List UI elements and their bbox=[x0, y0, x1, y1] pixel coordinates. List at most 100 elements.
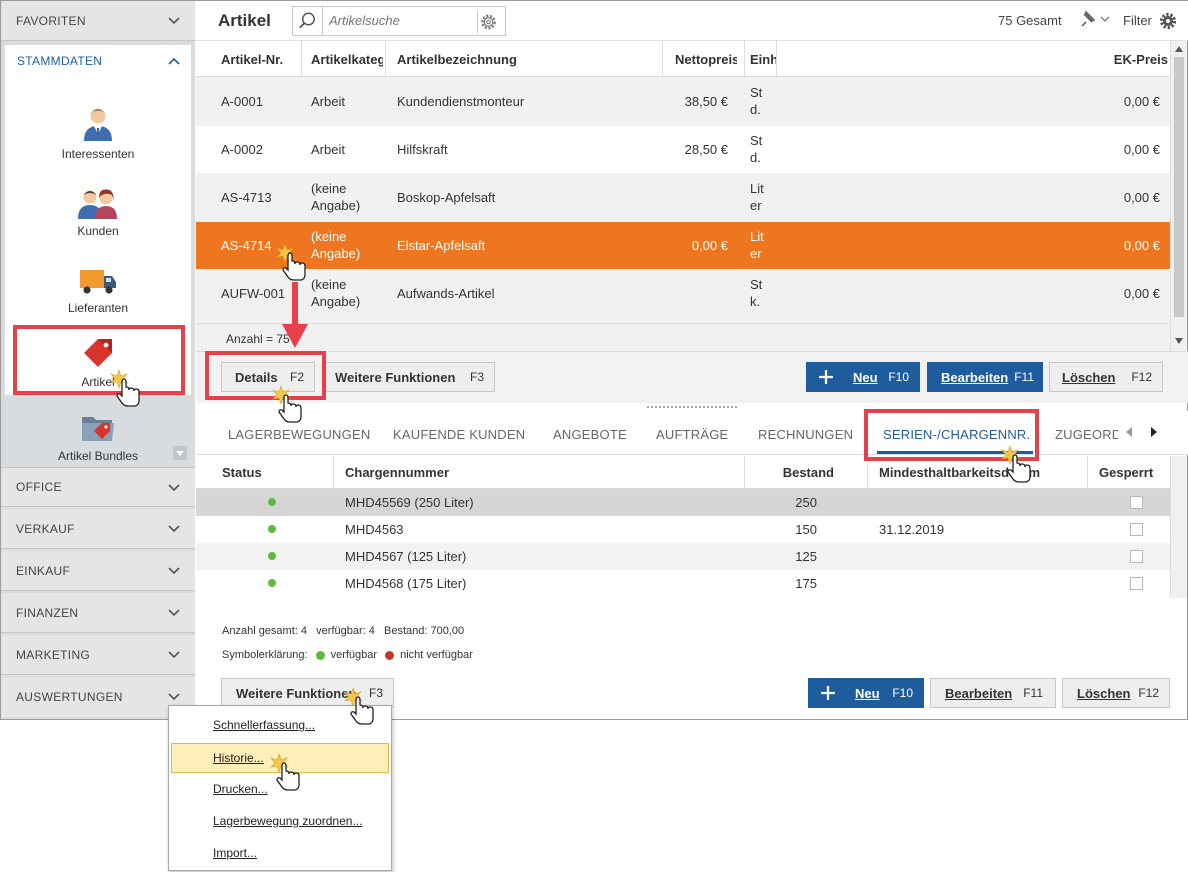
tab-scroll-left-icon[interactable] bbox=[1125, 426, 1133, 438]
column-divider[interactable] bbox=[662, 41, 663, 77]
gesperrt-checkbox[interactable] bbox=[1130, 577, 1143, 590]
scrollbar-thumb[interactable] bbox=[1174, 57, 1184, 317]
nav-section-favoriten[interactable]: FAVORITEN bbox=[1, 1, 195, 41]
column-header-artikel-nr[interactable]: Artikel-Nr. bbox=[221, 52, 301, 67]
table-row[interactable]: A-0002 Arbeit Hilfskraft 28,50 € St d. 0… bbox=[196, 126, 1170, 173]
articles-vertical-scrollbar[interactable] bbox=[1170, 41, 1187, 351]
table-row[interactable]: MHD4567 (125 Liter) 125 bbox=[196, 543, 1170, 570]
column-header-einheit[interactable]: Einh bbox=[750, 52, 776, 67]
cell-bezeichnung: Kundendienstmonteur bbox=[397, 94, 525, 109]
cell-artikel-nr: AS-4714 bbox=[221, 238, 272, 253]
charges-summary: Anzahl gesamt: 4 verfügbar: 4 Bestand: 7… bbox=[222, 625, 465, 637]
column-divider[interactable] bbox=[744, 41, 745, 77]
gear-icon[interactable] bbox=[477, 11, 499, 33]
button-label: Neu bbox=[855, 685, 880, 701]
cell-einheit: St bbox=[750, 277, 763, 292]
tab-zugeordnet[interactable]: ZUGEORDI bbox=[1055, 427, 1118, 442]
table-row[interactable]: A-0001 Arbeit Kundendienstmonteur 38,50 … bbox=[196, 78, 1170, 125]
panel-resize-handle[interactable] bbox=[173, 446, 187, 460]
column-header-bestand[interactable]: Bestand bbox=[756, 465, 834, 480]
articles-table-header: Artikel-Nr. Artikelkateg Artikelbezeichn… bbox=[196, 41, 1170, 77]
table-row[interactable]: MHD4563 150 31.12.2019 bbox=[196, 516, 1170, 543]
column-header-nettopreis[interactable]: Nettopreis bbox=[675, 52, 737, 67]
bearbeiten-button-lower[interactable]: Bearbeiten F11 bbox=[930, 678, 1056, 708]
table-row[interactable]: AUFW-001 (keine Angabe) Aufwands-Artikel… bbox=[196, 270, 1170, 317]
column-divider[interactable] bbox=[776, 41, 777, 77]
loeschen-button-lower[interactable]: Löschen F12 bbox=[1062, 678, 1170, 708]
column-divider[interactable] bbox=[333, 456, 334, 489]
bearbeiten-button[interactable]: Bearbeiten F11 bbox=[927, 362, 1043, 392]
tab-rechnungen[interactable]: RECHNUNGEN bbox=[758, 427, 853, 442]
unavailable-dot-icon bbox=[385, 650, 395, 660]
cell-einheit: Lit bbox=[750, 181, 764, 196]
search-icon[interactable] bbox=[293, 7, 323, 35]
column-divider[interactable] bbox=[385, 41, 386, 77]
column-divider[interactable] bbox=[744, 456, 745, 489]
nav-section-office[interactable]: OFFICE bbox=[1, 467, 195, 507]
nav-section-stammdaten[interactable]: STAMMDATEN bbox=[5, 45, 191, 77]
loeschen-button[interactable]: Löschen F12 bbox=[1049, 362, 1163, 392]
nav-section-einkauf[interactable]: EINKAUF bbox=[1, 551, 195, 591]
nav-section-marketing[interactable]: MARKETING bbox=[1, 635, 195, 675]
gesperrt-checkbox[interactable] bbox=[1130, 550, 1143, 563]
button-label: Weitere Funktionen bbox=[335, 369, 456, 385]
table-row-selected[interactable]: AS-4714 (keine Angabe) Elstar-Apfelsaft … bbox=[196, 222, 1170, 269]
tab-scroll-right-icon[interactable] bbox=[1150, 426, 1158, 438]
module-lieferanten[interactable]: Lieferanten bbox=[5, 267, 191, 315]
tab-auftraege[interactable]: AUFTRÄGE bbox=[656, 427, 728, 442]
button-label: Weitere Funktionen bbox=[236, 685, 357, 701]
shortcut-key: F3 bbox=[469, 370, 484, 384]
module-interessenten[interactable]: Interessenten bbox=[5, 105, 191, 161]
table-row[interactable]: AS-4713 (keine Angabe) Boskop-Apfelsaft … bbox=[196, 174, 1170, 221]
column-header-artikelbezeichnung[interactable]: Artikelbezeichnung bbox=[397, 52, 657, 67]
articles-table: Artikel-Nr. Artikelkateg Artikelbezeichn… bbox=[196, 41, 1170, 351]
scroll-up-icon[interactable] bbox=[1174, 45, 1184, 53]
column-header-artikelkategorie[interactable]: Artikelkateg bbox=[311, 52, 383, 67]
module-label: Lieferanten bbox=[67, 301, 129, 315]
nav-section-finanzen[interactable]: FINANZEN bbox=[1, 593, 195, 633]
gesperrt-checkbox[interactable] bbox=[1130, 496, 1143, 509]
shortcut-key: F12 bbox=[1131, 370, 1152, 384]
tab-kaufende-kunden[interactable]: KAUFENDE KUNDEN bbox=[393, 427, 525, 442]
nav-section-label: STAMMDATEN bbox=[17, 54, 103, 68]
plus-icon bbox=[821, 686, 835, 700]
column-header-status[interactable]: Status bbox=[222, 465, 262, 480]
settings-gear-icon[interactable] bbox=[1158, 11, 1178, 31]
cell-einheit: St bbox=[750, 85, 763, 100]
search-input[interactable] bbox=[329, 13, 469, 28]
chevron-down-icon bbox=[168, 525, 180, 533]
click-hand-icon bbox=[1001, 445, 1031, 483]
column-divider[interactable] bbox=[301, 41, 302, 77]
nav-section-verkauf[interactable]: VERKAUF bbox=[1, 509, 195, 549]
menu-item-import[interactable]: Import... bbox=[171, 838, 389, 868]
module-artikel-bundles[interactable]: Artikel Bundles bbox=[1, 399, 195, 467]
column-header-ek-preis[interactable]: EK-Preis bbox=[1096, 52, 1168, 67]
tab-lagerbewegungen[interactable]: LAGERBEWEGUNGEN bbox=[228, 427, 370, 442]
filter-button[interactable]: Filter bbox=[1123, 13, 1152, 28]
cell-chargennummer: MHD45569 (250 Liter) bbox=[345, 495, 474, 510]
pane-splitter-handle[interactable] bbox=[646, 405, 738, 409]
charges-vertical-scrollbar[interactable] bbox=[1170, 456, 1187, 598]
neu-button-lower[interactable]: Neu F10 bbox=[808, 678, 924, 708]
person-icon bbox=[84, 108, 112, 141]
nav-section-auswertungen[interactable]: AUSWERTUNGEN bbox=[1, 677, 195, 717]
triangle-down-icon bbox=[176, 451, 184, 456]
column-header-gesperrt[interactable]: Gesperrt bbox=[1099, 465, 1153, 480]
menu-item-lagerbewegung-zuordnen[interactable]: Lagerbewegung zuordnen... bbox=[171, 806, 389, 836]
chevron-up-icon bbox=[168, 57, 180, 65]
table-row[interactable]: MHD4568 (175 Liter) 175 bbox=[196, 570, 1170, 597]
neu-button[interactable]: Neu F10 bbox=[806, 362, 920, 392]
menu-item-label: Import... bbox=[213, 846, 258, 860]
pin-icon[interactable] bbox=[1076, 10, 1112, 30]
scroll-down-icon[interactable] bbox=[1174, 337, 1184, 345]
column-divider[interactable] bbox=[1087, 456, 1088, 489]
tab-angebote[interactable]: ANGEBOTE bbox=[553, 427, 627, 442]
module-kunden[interactable]: Kunden bbox=[5, 188, 191, 238]
gesperrt-checkbox[interactable] bbox=[1130, 523, 1143, 536]
menu-item-label: Drucken... bbox=[213, 782, 268, 796]
cell-kategorie: (keine bbox=[311, 229, 347, 244]
header-bar: Artikel 75 Gesamt Filter bbox=[196, 1, 1188, 41]
column-header-chargennummer[interactable]: Chargennummer bbox=[345, 465, 449, 480]
table-row[interactable]: MHD45569 (250 Liter) 250 bbox=[196, 489, 1170, 516]
weitere-funktionen-button[interactable]: Weitere Funktionen F3 bbox=[322, 362, 495, 392]
